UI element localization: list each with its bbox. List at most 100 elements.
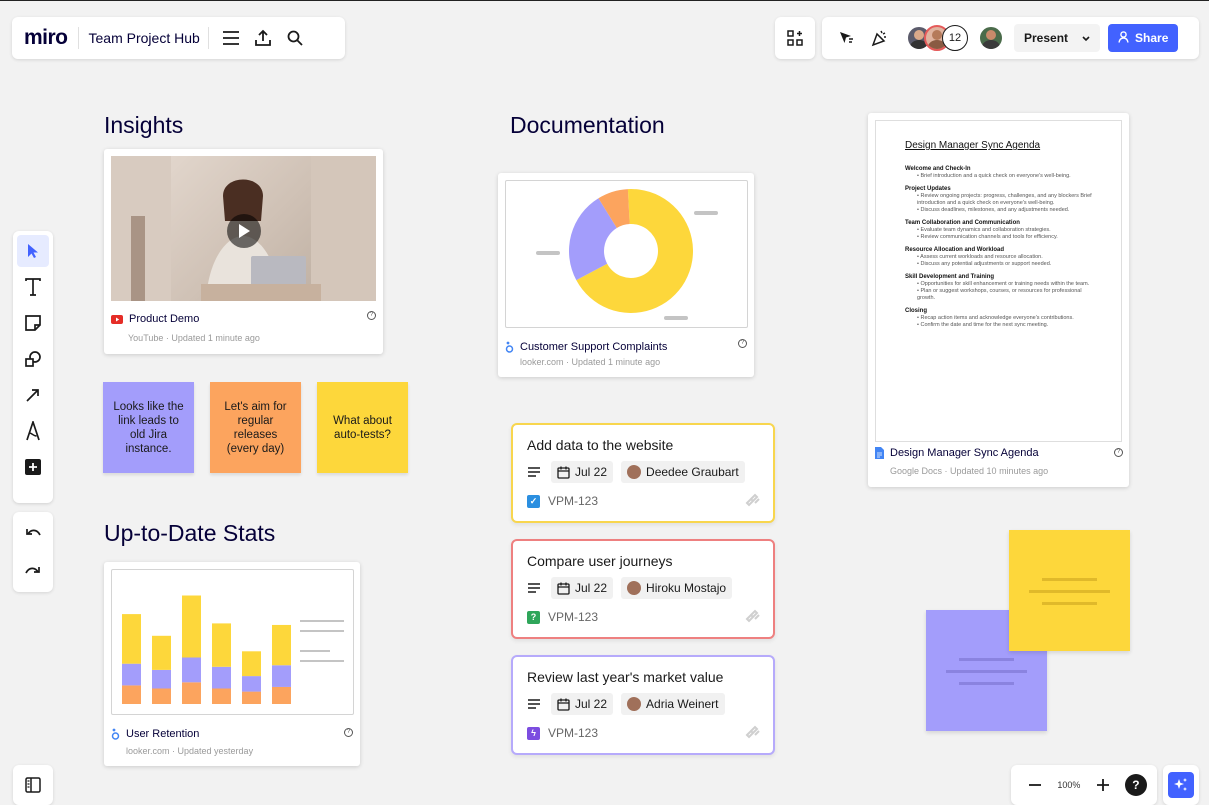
task-title[interactable]: Compare user journeys [527, 553, 673, 569]
section-title-documentation[interactable]: Documentation [510, 112, 665, 139]
sticky-note[interactable]: What about auto-tests? [317, 382, 408, 473]
search-icon[interactable] [281, 24, 309, 52]
due-date-chip[interactable]: Jul 22 [551, 693, 614, 715]
redo-icon[interactable] [19, 557, 47, 585]
jira-icon[interactable] [745, 493, 761, 512]
assignee-chip[interactable]: Deedee Graubart [621, 461, 745, 483]
doc-bullet-text: Evaluate team dynamics and collaboration… [920, 227, 1051, 233]
undo-icon[interactable] [19, 519, 47, 547]
retention-chart-card[interactable]: User Retention looker.com · Updated yest… [104, 562, 360, 766]
section-title-insights[interactable]: Insights [104, 112, 183, 139]
sidebar-toggle-icon [25, 777, 41, 793]
video-thumbnail[interactable] [111, 156, 376, 301]
current-user-avatar[interactable] [978, 25, 1004, 51]
apps-icon[interactable] [781, 24, 809, 52]
play-button[interactable] [227, 214, 261, 248]
doc-caption: Design Manager Sync Agenda [875, 447, 1039, 459]
task-meta-row: Jul 22 Adria Weinert [525, 693, 725, 715]
cursor-flag-icon[interactable] [832, 24, 860, 52]
miro-logo[interactable]: miro [24, 26, 68, 50]
user-icon [1118, 30, 1129, 46]
placeholder-line [1029, 590, 1110, 593]
legend-placeholder [300, 660, 344, 662]
doc-bullet-text: Discuss deadlines, milestones, and any a… [920, 207, 1070, 213]
text-tool[interactable] [17, 271, 49, 303]
due-date-chip[interactable]: Jul 22 [551, 461, 614, 483]
info-icon[interactable]: ? [738, 339, 747, 348]
info-icon[interactable]: ? [1114, 448, 1123, 457]
select-tool[interactable] [17, 235, 49, 267]
zoom-in-icon[interactable] [1089, 771, 1117, 799]
assignee-avatar [627, 465, 642, 479]
frames-panel-button[interactable] [13, 765, 53, 805]
task-id-row: ✓ VPM-123 [527, 494, 598, 508]
menu-icon[interactable] [217, 24, 245, 52]
placeholder-line [959, 658, 1014, 661]
calendar-icon [557, 466, 570, 479]
placeholder-line [959, 682, 1014, 685]
youtube-icon [111, 314, 123, 324]
calendar-icon [557, 698, 570, 711]
assignee-chip[interactable]: Adria Weinert [621, 693, 725, 715]
video-embed-card[interactable]: Product Demo YouTube · Updated 1 minute … [104, 149, 383, 354]
present-label: Present [1024, 31, 1069, 45]
doc-bullet-text: Opportunities for skill enhancement or t… [920, 281, 1090, 287]
zoom-level[interactable]: 100% [1057, 780, 1080, 790]
assignee-chip[interactable]: Hiroku Mostajo [621, 577, 733, 599]
due-date-chip[interactable]: Jul 22 [551, 577, 614, 599]
shapes-tool[interactable] [17, 343, 49, 375]
task-title[interactable]: Add data to the website [527, 437, 673, 453]
description-icon[interactable] [525, 461, 543, 483]
present-button[interactable]: Present [1014, 24, 1101, 52]
bar-segment [182, 595, 201, 658]
issue-type-icon: ✓ [527, 494, 540, 508]
jira-task-card[interactable]: Add data to the website Jul 22 Deedee Grau… [511, 423, 775, 523]
doc-body: Welcome and Check-In • Brief introduction… [905, 160, 1100, 329]
task-id[interactable]: VPM-123 [548, 494, 598, 508]
chevron-down-icon[interactable] [1082, 31, 1090, 45]
info-icon[interactable]: ? [367, 311, 376, 320]
bar-chart [122, 595, 344, 704]
section-title-stats[interactable]: Up-to-Date Stats [104, 520, 275, 547]
task-title[interactable]: Review last year's market value [527, 669, 723, 685]
task-id[interactable]: VPM-123 [548, 610, 598, 624]
jira-icon[interactable] [745, 725, 761, 744]
description-icon[interactable] [525, 577, 543, 599]
complaints-chart-card[interactable]: Customer Support Complaints looker.com ·… [498, 173, 754, 377]
sticky-note-yellow[interactable] [1009, 530, 1130, 651]
chart-subtitle: looker.com · Updated yesterday [126, 746, 254, 756]
zoom-out-icon[interactable] [1021, 771, 1049, 799]
jira-icon[interactable] [745, 609, 761, 628]
info-icon[interactable]: ? [344, 728, 353, 737]
ai-assist-button[interactable] [1163, 765, 1199, 805]
upload-icon[interactable] [249, 24, 277, 52]
celebrate-icon[interactable] [866, 24, 894, 52]
jira-task-card[interactable]: Compare user journeys Jul 22 Hiroku Mostaj… [511, 539, 775, 639]
doc-bullet: • Discuss deadlines, milestones, and any… [917, 207, 1070, 213]
help-icon[interactable]: ? [1124, 774, 1147, 796]
divider [207, 27, 209, 49]
collaboration-panel: 12 Present Share [822, 17, 1199, 59]
task-id[interactable]: VPM-123 [548, 726, 598, 740]
bar-segment [272, 665, 291, 687]
description-icon[interactable] [525, 693, 543, 715]
doc-section-heading: Skill Development and Training [905, 274, 995, 280]
board-header-panel: miro Team Project Hub [12, 17, 345, 59]
doc-section-heading: Welcome and Check-In [905, 166, 971, 172]
add-more-tool[interactable] [17, 451, 49, 483]
connection-line-tool[interactable] [17, 379, 49, 411]
sticky-note-tool[interactable] [17, 307, 49, 339]
board-title[interactable]: Team Project Hub [89, 30, 200, 46]
pen-tool[interactable] [17, 415, 49, 447]
window-top-edge [0, 0, 1209, 6]
sticky-note[interactable]: Looks like the link leads to old Jira in… [103, 382, 194, 473]
google-doc-card[interactable]: Design Manager Sync Agenda Welcome and C… [868, 113, 1129, 487]
jira-task-card[interactable]: Review last year's market value Jul 22 Adr… [511, 655, 775, 755]
share-button[interactable]: Share [1108, 24, 1179, 52]
collaborator-count-badge[interactable]: 12 [942, 25, 968, 51]
doc-preview: Design Manager Sync Agenda Welcome and C… [875, 120, 1122, 442]
play-icon [239, 224, 250, 238]
sticky-note[interactable]: Let's aim for regular releases (every da… [210, 382, 301, 473]
doc-section-heading: Team Collaboration and Communication [905, 220, 1020, 226]
collaborator-avatars[interactable]: 12 [906, 25, 968, 51]
